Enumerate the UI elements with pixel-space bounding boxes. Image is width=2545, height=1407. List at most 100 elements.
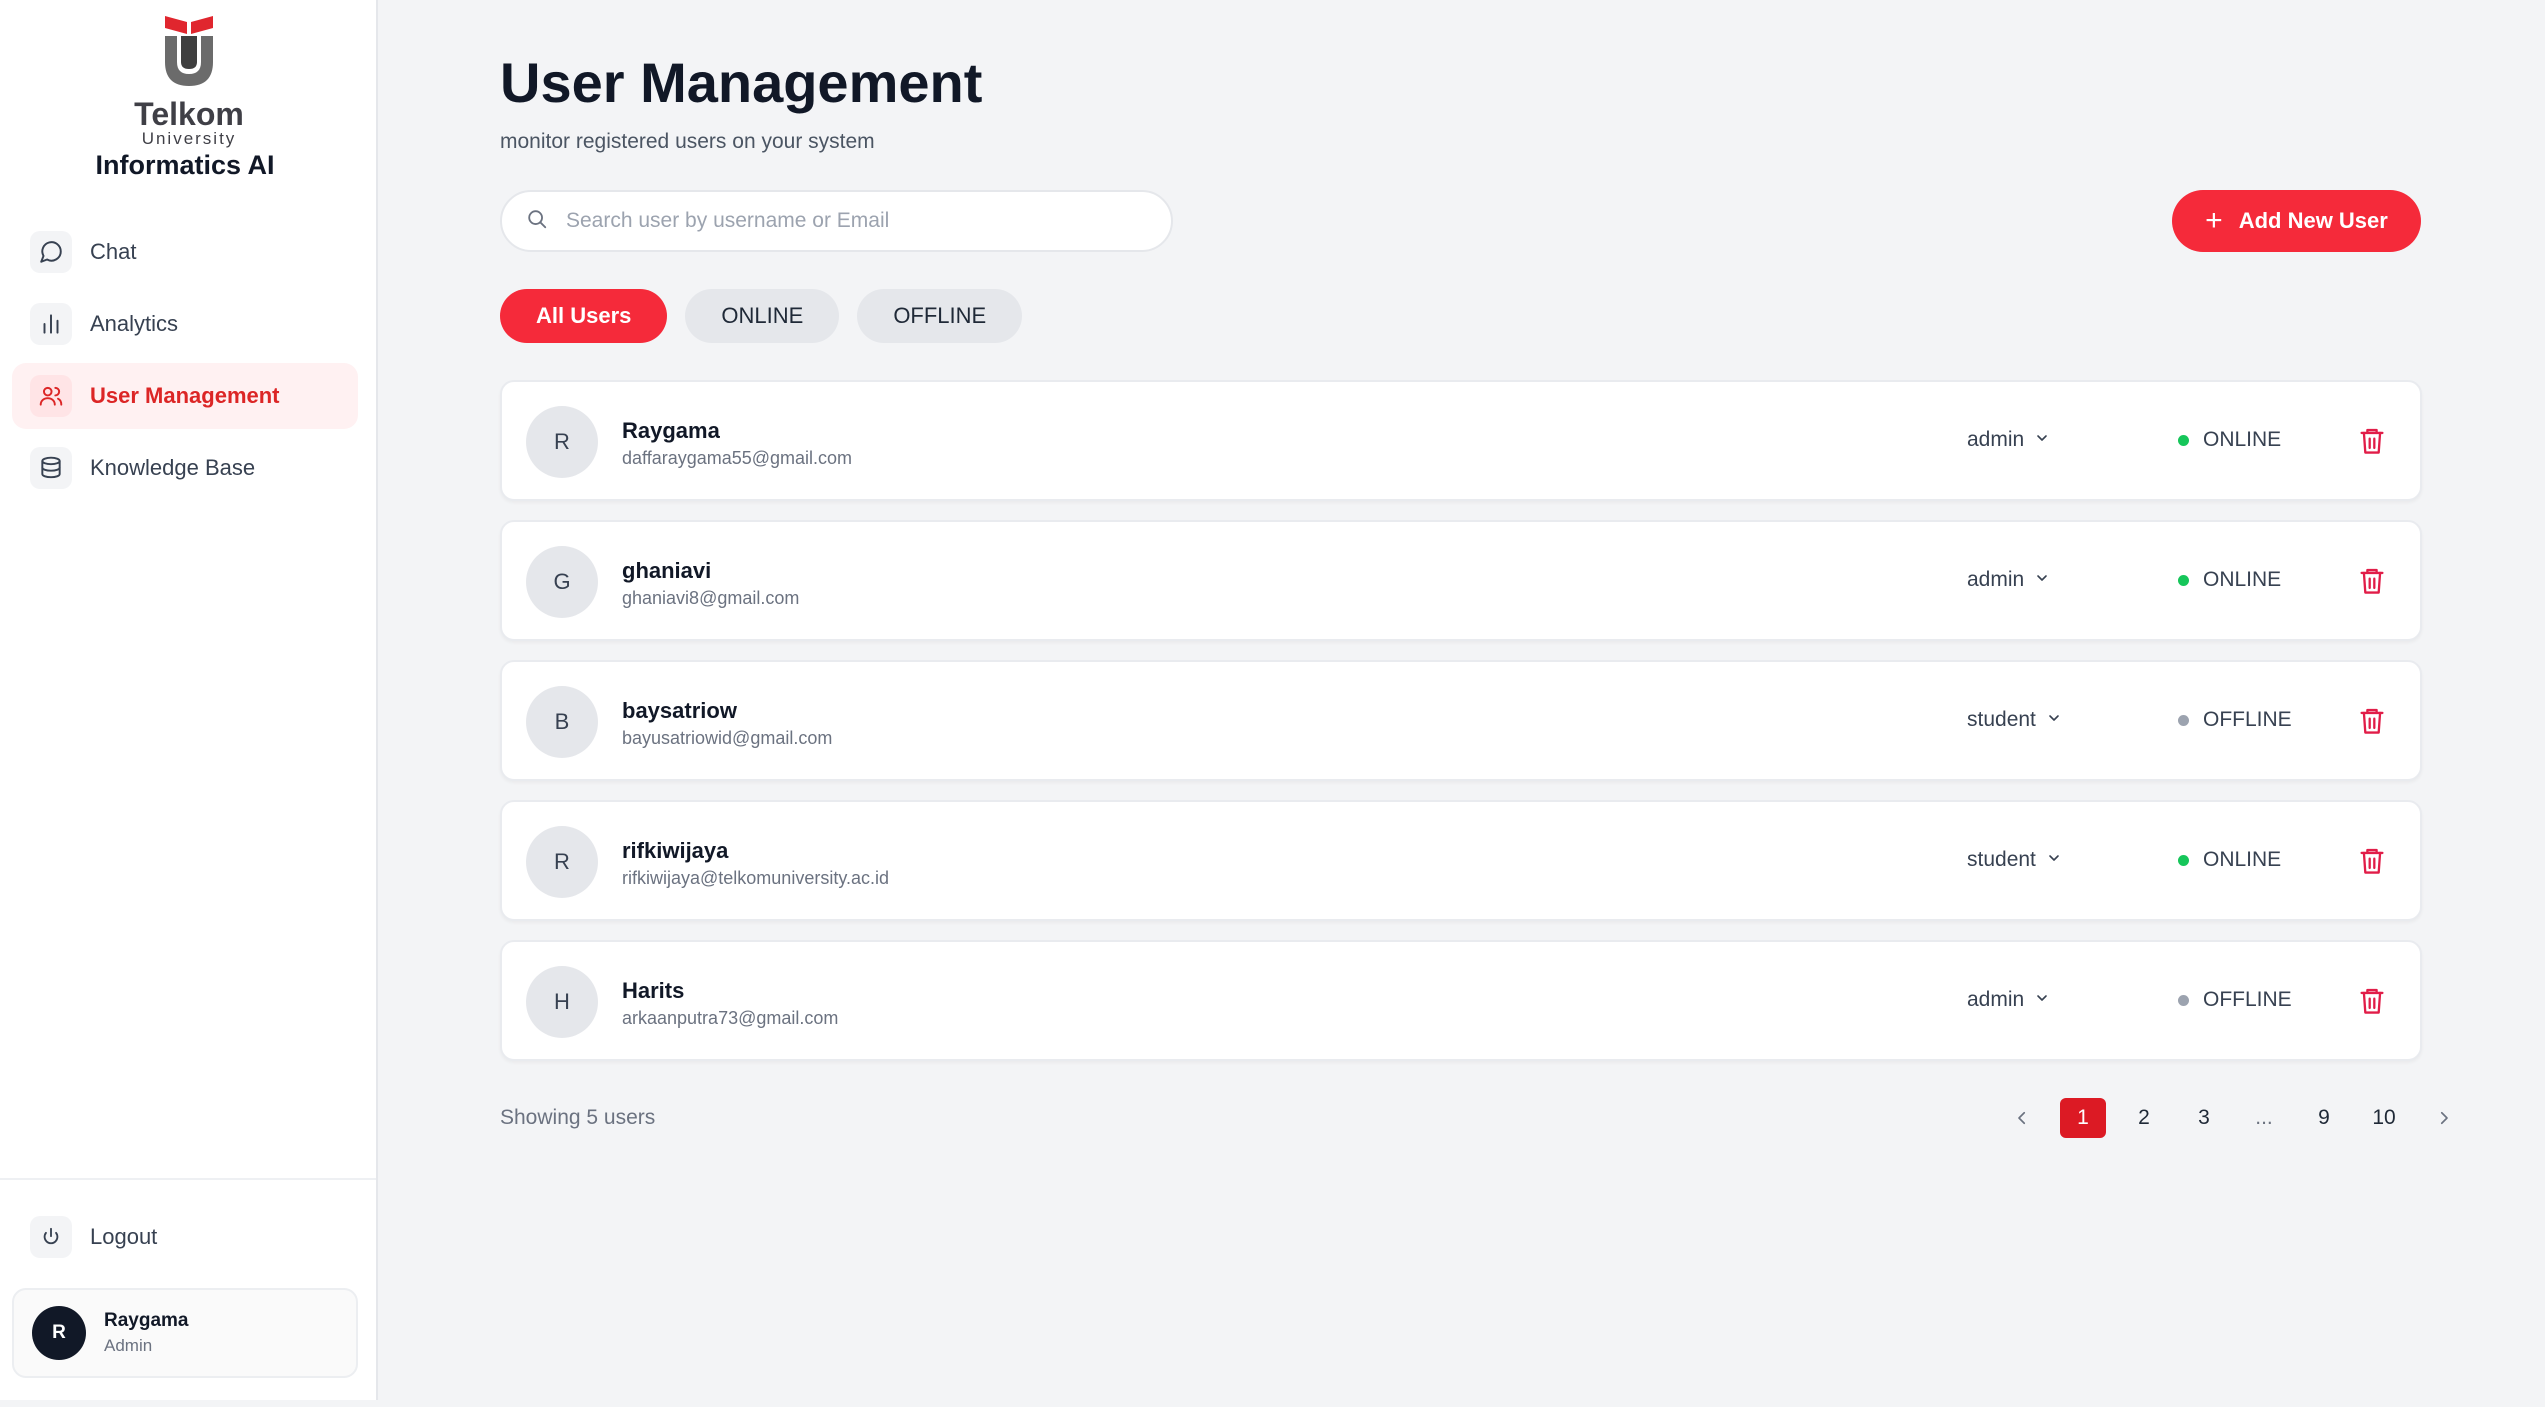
status-dot (2178, 994, 2189, 1006)
sidebar-divider (0, 1178, 376, 1180)
logo-wordmark: Telkom (134, 96, 244, 132)
chevron-down-icon (2034, 428, 2050, 452)
status-dot (2178, 714, 2189, 726)
pagination-ellipsis: ... (2255, 1106, 2273, 1129)
sidebar-item-knowledge-base[interactable]: Knowledge Base (12, 435, 358, 501)
logo-subtitle: University (141, 129, 237, 148)
table-row: R rifkiwijaya rifkiwijaya@telkomuniversi… (500, 800, 2422, 921)
search-icon (526, 208, 548, 235)
avatar: R (526, 406, 598, 478)
add-new-user-button[interactable]: + Add New User (2172, 190, 2421, 252)
avatar: R (32, 1306, 86, 1360)
status-label: OFFLINE (2203, 708, 2292, 731)
chevron-down-icon (2046, 848, 2062, 872)
chevron-right-icon (2440, 1111, 2448, 1125)
avatar: R (526, 826, 598, 898)
user-name: Raygama (622, 418, 720, 443)
users-icon (30, 375, 72, 417)
page-10-button[interactable]: 10 (2362, 1098, 2406, 1138)
role-select[interactable]: admin (1967, 568, 2050, 592)
bar-chart-icon (30, 303, 72, 345)
plus-icon: + (2205, 204, 2223, 237)
role-value: student (1967, 848, 2036, 871)
page-3-button[interactable]: 3 (2182, 1098, 2226, 1138)
sidebar: Telkom University Informatics AI Chat An… (0, 0, 378, 1400)
status-badge: ONLINE (2178, 848, 2281, 872)
status-badge: ONLINE (2178, 428, 2281, 452)
prev-page-button[interactable] (2000, 1098, 2044, 1138)
status-dot (2178, 574, 2189, 586)
table-row: G ghaniavi ghaniavi8@gmail.com admin ONL… (500, 520, 2422, 641)
role-select[interactable]: student (1967, 848, 2062, 872)
status-label: ONLINE (2203, 568, 2282, 591)
user-email: bayusatriowid@gmail.com (622, 728, 833, 748)
page-subtitle: monitor registered users on your system (500, 130, 875, 153)
current-user-card[interactable]: R Raygama Admin (12, 1288, 358, 1378)
search-box[interactable] (500, 190, 1173, 252)
user-email: ghaniavi8@gmail.com (622, 588, 800, 608)
chevron-down-icon (2034, 568, 2050, 592)
user-email: arkaanputra73@gmail.com (622, 1008, 839, 1028)
page-9-button[interactable]: 9 (2302, 1098, 2346, 1138)
role-select[interactable]: admin (1967, 428, 2050, 452)
next-page-button[interactable] (2422, 1098, 2466, 1138)
user-name: rifkiwijaya (622, 838, 729, 863)
user-name: ghaniavi (622, 558, 712, 583)
table-row: H Harits arkaanputra73@gmail.com admin O… (500, 940, 2422, 1061)
sidebar-item-label: Chat (90, 239, 137, 264)
status-label: ONLINE (2203, 848, 2282, 871)
logout-button[interactable]: Logout (30, 1216, 157, 1258)
logout-label: Logout (90, 1224, 158, 1249)
filter-offline[interactable]: OFFLINE (857, 289, 1023, 343)
page-2-button[interactable]: 2 (2122, 1098, 2166, 1138)
telkom-logo-mark-icon (159, 14, 219, 88)
current-user-name: Raygama (104, 1310, 189, 1331)
search-input[interactable] (566, 209, 1126, 233)
trash-icon (2360, 428, 2384, 454)
sidebar-item-user-management[interactable]: User Management (12, 363, 358, 429)
delete-user-button[interactable] (2358, 706, 2386, 736)
showing-count: Showing 5 users (500, 1106, 656, 1129)
user-name: baysatriow (622, 698, 737, 723)
page-1-button[interactable]: 1 (2060, 1098, 2106, 1138)
status-filter-tabs: All Users ONLINE OFFLINE (500, 289, 1023, 343)
power-icon (30, 1216, 72, 1258)
role-value: admin (1967, 988, 2025, 1011)
avatar: B (526, 686, 598, 758)
avatar: H (526, 966, 598, 1038)
chat-icon (30, 231, 72, 273)
filter-all-users[interactable]: All Users (500, 289, 668, 343)
sidebar-item-chat[interactable]: Chat (12, 219, 358, 285)
delete-user-button[interactable] (2358, 426, 2386, 456)
status-badge: ONLINE (2178, 568, 2281, 592)
filter-online[interactable]: ONLINE (685, 289, 840, 343)
status-dot (2178, 434, 2189, 446)
role-value: admin (1967, 428, 2025, 451)
brand-name: Informatics AI (95, 150, 275, 180)
trash-icon (2360, 988, 2384, 1014)
delete-user-button[interactable] (2358, 566, 2386, 596)
sidebar-item-analytics[interactable]: Analytics (12, 291, 358, 357)
user-name: Harits (622, 978, 685, 1003)
add-new-user-label: Add New User (2238, 208, 2388, 233)
sidebar-item-label: Analytics (90, 311, 179, 336)
database-icon (30, 447, 72, 489)
trash-icon (2360, 568, 2384, 594)
role-select[interactable]: student (1967, 708, 2062, 732)
telkom-logo: Telkom University (0, 14, 378, 148)
role-value: student (1967, 708, 2036, 731)
trash-icon (2360, 708, 2384, 734)
status-badge: OFFLINE (2178, 988, 2292, 1012)
status-label: ONLINE (2203, 428, 2282, 451)
page-title: User Management (500, 51, 983, 114)
chevron-down-icon (2046, 708, 2062, 732)
sidebar-item-label: Knowledge Base (90, 455, 256, 480)
avatar: G (526, 546, 598, 618)
app-window: Telkom University Informatics AI Chat An… (0, 0, 2545, 1407)
delete-user-button[interactable] (2358, 986, 2386, 1016)
delete-user-button[interactable] (2358, 846, 2386, 876)
chevron-down-icon (2034, 988, 2050, 1012)
user-list: R Raygama daffaraygama55@gmail.com admin… (500, 380, 2422, 1080)
role-select[interactable]: admin (1967, 988, 2050, 1012)
role-value: admin (1967, 568, 2025, 591)
